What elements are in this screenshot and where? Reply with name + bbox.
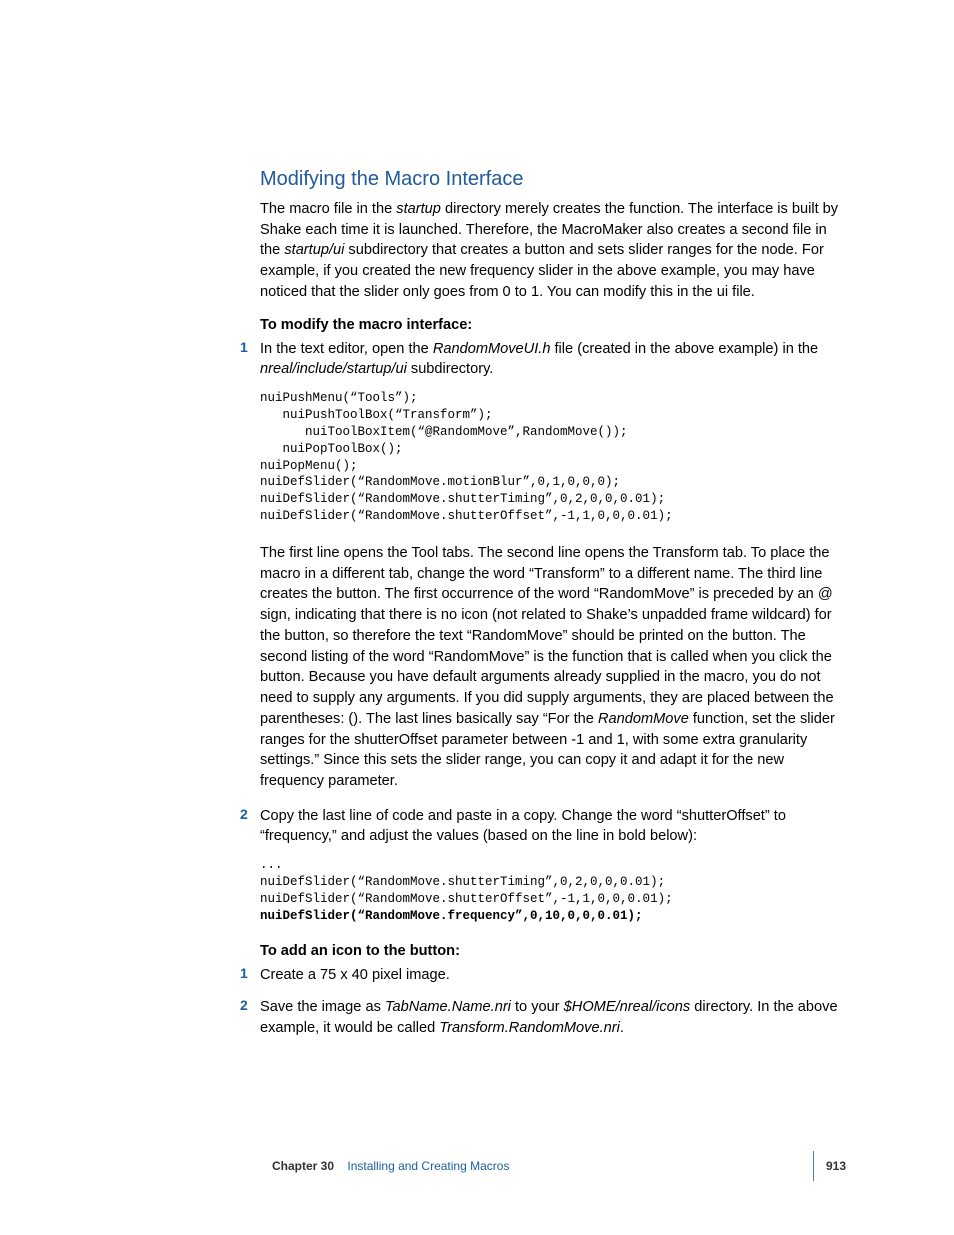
step-number: 1 xyxy=(240,965,248,981)
footer-left: Chapter 30 Installing and Creating Macro… xyxy=(272,1159,509,1173)
code-bold: nuiDefSlider(“RandomMove.frequency”,0,10… xyxy=(260,909,643,923)
text: file (created in the above example) in t… xyxy=(550,341,818,357)
text: subdirectory that creates a button and s… xyxy=(260,242,824,299)
text: The macro file in the xyxy=(260,201,396,217)
code-block-2: ... nuiDefSlider(“RandomMove.shutterTimi… xyxy=(260,857,840,925)
icon-step-1: 1 Create a 75 x 40 pixel image. xyxy=(260,965,840,986)
procedure-heading: To modify the macro interface: xyxy=(260,317,840,333)
explanation-paragraph: The first line opens the Tool tabs. The … xyxy=(260,543,840,792)
intro-paragraph: The macro file in the startup directory … xyxy=(260,199,840,303)
icon-step-2: 2 Save the image as TabName.Name.nri to … xyxy=(260,997,840,1038)
footer-right: 913 xyxy=(801,1151,846,1181)
text-italic: startup/ui xyxy=(284,242,344,258)
text: . xyxy=(620,1020,624,1036)
text-italic: TabName.Name.nri xyxy=(385,999,511,1015)
chapter-title: Installing and Creating Macros xyxy=(347,1159,509,1173)
chapter-label: Chapter 30 xyxy=(272,1159,334,1173)
step-number: 2 xyxy=(240,806,248,822)
text: The first line opens the Tool tabs. The … xyxy=(260,545,834,727)
step-number: 1 xyxy=(240,339,248,355)
section-heading: Modifying the Macro Interface xyxy=(260,168,840,191)
footer-separator xyxy=(813,1151,814,1181)
code-plain: ... nuiDefSlider(“RandomMove.shutterTimi… xyxy=(260,858,673,906)
step-text: Save the image as TabName.Name.nri to yo… xyxy=(260,997,840,1038)
page-number: 913 xyxy=(826,1159,846,1173)
text-italic: nreal/include/startup/ui xyxy=(260,361,407,377)
text: Save the image as xyxy=(260,999,385,1015)
step-text: Copy the last line of code and paste in … xyxy=(260,806,840,847)
text: In the text editor, open the xyxy=(260,341,433,357)
text-italic: RandomMove xyxy=(598,711,689,727)
text-italic: startup xyxy=(396,201,441,217)
step-2: 2 Copy the last line of code and paste i… xyxy=(260,806,840,847)
step-text: In the text editor, open the RandomMoveU… xyxy=(260,339,840,380)
text: to your xyxy=(511,999,564,1015)
page: Modifying the Macro Interface The macro … xyxy=(0,0,954,1235)
code-block-1: nuiPushMenu(“Tools”); nuiPushToolBox(“Tr… xyxy=(260,390,840,525)
text-italic: $HOME/nreal/icons xyxy=(564,999,691,1015)
text-italic: Transform.RandomMove.nri xyxy=(439,1020,620,1036)
procedure-heading-icon: To add an icon to the button: xyxy=(260,943,840,959)
text: subdirectory. xyxy=(407,361,494,377)
text-italic: RandomMoveUI.h xyxy=(433,341,551,357)
step-number: 2 xyxy=(240,997,248,1013)
step-text: Create a 75 x 40 pixel image. xyxy=(260,965,840,986)
page-footer: Chapter 30 Installing and Creating Macro… xyxy=(272,1151,846,1181)
step-1: 1 In the text editor, open the RandomMov… xyxy=(260,339,840,380)
